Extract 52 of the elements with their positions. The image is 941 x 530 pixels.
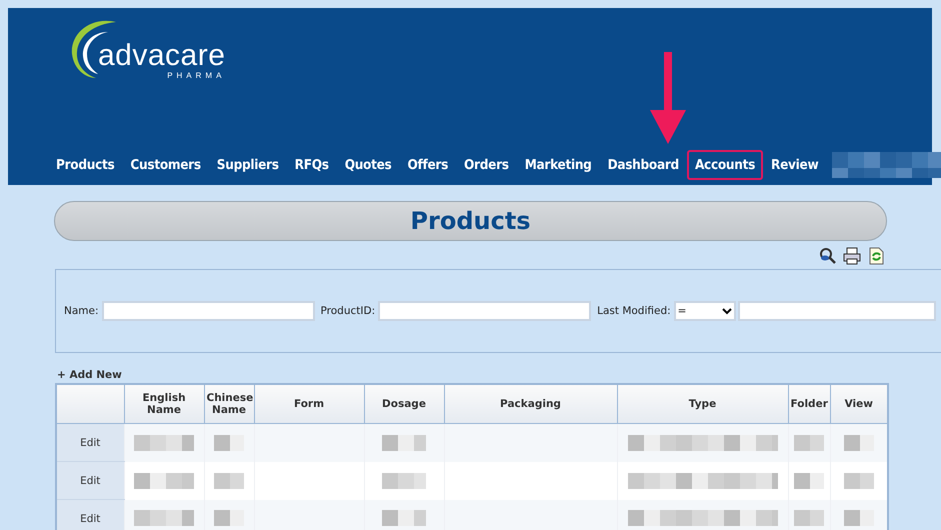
column-header[interactable]: View — [830, 384, 888, 424]
field-label: Name: — [64, 305, 99, 317]
search-icon[interactable] — [819, 247, 837, 265]
logo-text: advacare — [98, 42, 226, 70]
redacted-block — [794, 510, 824, 526]
page-title: Products — [410, 207, 531, 235]
refresh-document-icon[interactable] — [867, 247, 885, 265]
nav-link[interactable]: Orders — [456, 150, 517, 180]
redacted-block — [794, 434, 824, 451]
input-field[interactable] — [102, 301, 315, 321]
edit-link[interactable]: Edit — [56, 500, 124, 530]
column-header[interactable]: Dosage — [364, 384, 444, 424]
nav-link[interactable]: Customers — [122, 150, 209, 180]
redacted-block — [134, 510, 194, 526]
nav-link[interactable]: Quotes — [336, 150, 400, 180]
column-header[interactable]: English Name — [124, 384, 204, 424]
field-label: ProductID: — [320, 305, 376, 317]
input-field[interactable] — [378, 301, 592, 321]
redacted-block — [794, 472, 824, 488]
column-header[interactable]: Folder — [788, 384, 830, 424]
logo-tagline: PHARMA — [167, 71, 226, 80]
nav-link[interactable]: Suppliers — [208, 150, 287, 180]
redacted-block — [134, 434, 194, 451]
chevron-down-icon — [722, 307, 732, 315]
nav-link[interactable]: Products — [48, 150, 122, 180]
nav-link[interactable]: Review — [763, 150, 826, 180]
redacted-block — [382, 434, 426, 451]
edit-link[interactable]: Edit — [56, 424, 124, 462]
nav-link[interactable]: RFQs — [286, 150, 337, 180]
column-header[interactable]: Packaging — [444, 384, 617, 424]
redacted-block — [844, 472, 874, 488]
input-field[interactable] — [738, 301, 936, 321]
nav-link[interactable]: Offers — [399, 150, 456, 180]
redacted-block — [214, 434, 244, 451]
column-header[interactable]: Chinese Name — [204, 384, 254, 424]
edit-link[interactable]: Edit — [56, 462, 124, 500]
add-new-link[interactable]: + Add New — [57, 369, 122, 381]
redacted-block — [214, 472, 244, 488]
nav-link[interactable]: Accounts — [686, 150, 764, 180]
redacted-block — [844, 510, 874, 526]
nav-link[interactable]: Dashboard — [600, 150, 687, 180]
column-header[interactable]: Type — [617, 384, 788, 424]
nav-link[interactable]: Marketing — [516, 150, 600, 180]
column-header[interactable]: Form — [254, 384, 364, 424]
printer-icon[interactable] — [843, 247, 861, 265]
redacted-block — [382, 472, 426, 488]
field-label: Last Modified: — [597, 305, 671, 317]
operator-dropdown[interactable]: = — [674, 301, 736, 321]
redacted-block — [214, 510, 244, 526]
redacted-block — [134, 472, 194, 488]
redacted-block — [382, 510, 426, 526]
redacted-block — [844, 434, 874, 451]
